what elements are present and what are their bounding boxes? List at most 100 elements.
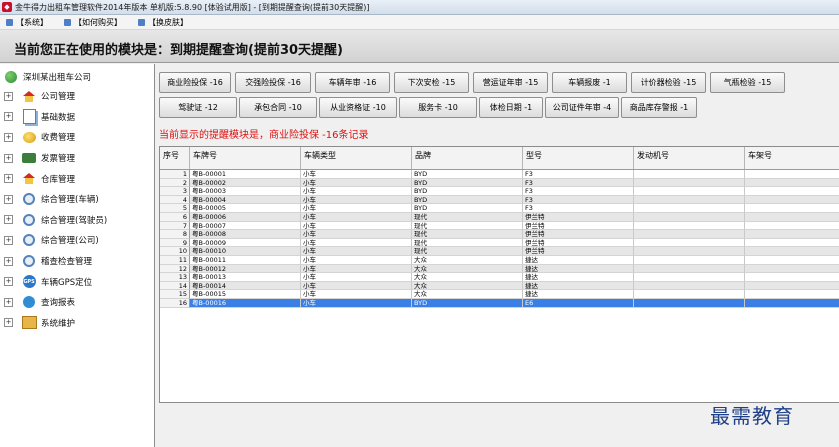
btn-next-safety-check[interactable]: 下次安检 -15 <box>394 72 469 93</box>
table-row[interactable]: 15 粤B-00015 小车 大众 捷达 <box>160 290 839 299</box>
expand-icon[interactable]: + <box>4 235 13 245</box>
coins-icon <box>21 130 37 144</box>
sidebar-item-company[interactable]: + 公司管理 <box>4 86 154 107</box>
cell-vehicle-type: 小车 <box>301 195 412 205</box>
cell-vehicle-type: 小车 <box>301 230 412 239</box>
menu-how-to-buy[interactable]: 【如何购买】 <box>64 17 122 28</box>
expand-icon[interactable]: + <box>4 132 13 142</box>
cell-engine-no <box>634 187 745 196</box>
menu-icon <box>138 18 145 26</box>
sidebar-item-label: 收费管理 <box>41 133 76 144</box>
expand-icon[interactable]: + <box>4 194 13 204</box>
expand-icon[interactable]: + <box>4 277 13 287</box>
sidebar-item-fees[interactable]: + 收费管理 <box>4 127 154 148</box>
cell-plate: 粤B-00004 <box>190 195 301 205</box>
col-header-frame-no[interactable]: 车架号 <box>745 147 839 169</box>
cell-brand: BYD <box>412 195 523 205</box>
sidebar-item-label: 查询报表 <box>41 298 76 309</box>
table-row[interactable]: 10 粤B-00010 小车 现代 伊兰特 <box>160 247 839 256</box>
menu-system[interactable]: 【系统】 <box>6 17 48 28</box>
cell-plate: 粤B-00015 <box>190 290 301 299</box>
cell-plate: 粤B-00014 <box>190 281 301 291</box>
sidebar-item-gps[interactable]: + GPS 车辆GPS定位 <box>4 271 154 292</box>
col-header-index[interactable]: 序号 <box>160 147 190 169</box>
tree-root[interactable]: 深圳某出租车公司 <box>3 68 154 86</box>
btn-driver-license[interactable]: 驾驶证 -12 <box>159 97 237 118</box>
btn-vehicle-annual-review[interactable]: 车辆年审 -16 <box>315 72 390 93</box>
table-row[interactable]: 13 粤B-00013 小车 大众 捷达 <box>160 273 839 282</box>
wrench-icon <box>21 213 37 227</box>
expand-icon[interactable]: + <box>4 153 13 163</box>
table-row[interactable]: 5 粤B-00005 小车 BYD F3 <box>160 204 839 213</box>
table-row[interactable]: 7 粤B-00007 小车 现代 伊兰特 <box>160 221 839 231</box>
table-row[interactable]: 8 粤B-00008 小车 现代 伊兰特 <box>160 230 839 239</box>
sidebar-item-label: 综合管理(驾驶员) <box>41 215 108 226</box>
table-row[interactable]: 2 粤B-00002 小车 BYD F3 <box>160 178 839 188</box>
cell-index: 13 <box>160 273 190 282</box>
cell-plate: 粤B-00007 <box>190 221 301 231</box>
menu-icon <box>64 18 71 26</box>
btn-commercial-insurance[interactable]: 商业险投保 -16 <box>159 72 231 93</box>
cell-vehicle-type: 小车 <box>301 238 412 248</box>
table-row[interactable]: 4 粤B-00004 小车 BYD F3 <box>160 195 839 205</box>
table-row[interactable]: 16 粤B-00016 小车 BYD E6 <box>160 298 839 308</box>
col-header-brand[interactable]: 品牌 <box>412 147 523 169</box>
records-grid[interactable]: 序号 车牌号 车辆类型 品牌 型号 发动机号 车架号 1 粤B-00001 小车 BY… <box>159 146 839 403</box>
col-header-vehicle-type[interactable]: 车辆类型 <box>301 147 412 169</box>
col-header-engine-no[interactable]: 发动机号 <box>634 147 745 169</box>
cell-model: 伊兰特 <box>523 247 634 256</box>
expand-icon[interactable]: + <box>4 256 13 266</box>
cell-engine-no <box>634 264 745 274</box>
expand-icon[interactable]: + <box>4 215 13 225</box>
cell-brand: BYD <box>412 170 523 179</box>
expand-icon[interactable]: + <box>4 112 13 122</box>
sidebar-item-vehicles[interactable]: + 综合管理(车辆) <box>4 189 154 210</box>
menu-change-skin[interactable]: 【换皮肤】 <box>138 17 188 28</box>
expand-icon[interactable]: + <box>4 297 13 307</box>
sidebar-item-warehouse[interactable]: + 仓库管理 <box>4 168 154 189</box>
btn-service-card[interactable]: 服务卡 -10 <box>399 97 477 118</box>
cell-frame-no <box>745 179 839 188</box>
btn-vehicle-scrap[interactable]: 车辆报废 -1 <box>552 72 627 93</box>
menu-icon <box>6 18 13 26</box>
cell-model: F3 <box>523 204 634 213</box>
cell-index: 4 <box>160 195 190 205</box>
expand-icon[interactable]: + <box>4 174 13 184</box>
cell-vehicle-type: 小车 <box>301 178 412 188</box>
cell-frame-no <box>745 273 839 282</box>
btn-stock-alert[interactable]: 商品库存警报 -1 <box>621 97 697 118</box>
table-row[interactable]: 11 粤B-00011 小车 大众 捷达 <box>160 255 839 265</box>
table-row[interactable]: 14 粤B-00014 小车 大众 捷达 <box>160 281 839 291</box>
cell-model: F3 <box>523 195 634 205</box>
expand-icon[interactable]: + <box>4 91 13 101</box>
btn-physical-exam[interactable]: 体检日期 -1 <box>479 97 543 118</box>
btn-qualification-cert[interactable]: 从业资格证 -10 <box>319 97 397 118</box>
btn-meter-inspection[interactable]: 计价器检验 -15 <box>631 72 706 93</box>
sidebar-item-invoices[interactable]: + 发票管理 <box>4 148 154 169</box>
sidebar-item-basic-data[interactable]: + 基础数据 <box>4 107 154 128</box>
btn-operating-license-review[interactable]: 营运证年审 -15 <box>473 72 548 93</box>
sidebar-item-company-admin[interactable]: + 综合管理(公司) <box>4 230 154 251</box>
sidebar-item-label: 发票管理 <box>41 154 76 165</box>
sidebar-item-label: 公司管理 <box>41 92 76 103</box>
module-header: 当前您正在使用的模块是：到期提醒查询(提前30天提醒) <box>0 30 839 63</box>
btn-contract[interactable]: 承包合同 -10 <box>239 97 317 118</box>
sidebar-item-inspection[interactable]: + 稽查检查管理 <box>4 251 154 272</box>
btn-compulsory-insurance[interactable]: 交强险投保 -16 <box>235 72 311 93</box>
sidebar-item-reports[interactable]: + 查询报表 <box>4 292 154 313</box>
col-header-plate[interactable]: 车牌号 <box>190 147 301 169</box>
table-row[interactable]: 9 粤B-00009 小车 现代 伊兰特 <box>160 238 839 248</box>
sidebar-item-system[interactable]: + 系统维护 <box>4 313 154 334</box>
col-header-model[interactable]: 型号 <box>523 147 634 169</box>
expand-icon[interactable]: + <box>4 318 13 328</box>
table-row[interactable]: 6 粤B-00006 小车 现代 伊兰特 <box>160 212 839 222</box>
btn-company-cert-review[interactable]: 公司证件年审 -4 <box>545 97 619 118</box>
table-row[interactable]: 3 粤B-00003 小车 BYD F3 <box>160 187 839 196</box>
cell-index: 10 <box>160 247 190 256</box>
sidebar-item-drivers[interactable]: + 综合管理(驾驶员) <box>4 210 154 231</box>
sidebar-item-label: 稽查检查管理 <box>41 257 93 268</box>
table-row[interactable]: 12 粤B-00012 小车 大众 捷达 <box>160 264 839 274</box>
sidebar-item-label: 基础数据 <box>41 112 76 123</box>
btn-gas-cylinder-inspection[interactable]: 气瓶检验 -15 <box>710 72 785 93</box>
table-row[interactable]: 1 粤B-00001 小车 BYD F3 <box>160 170 839 179</box>
